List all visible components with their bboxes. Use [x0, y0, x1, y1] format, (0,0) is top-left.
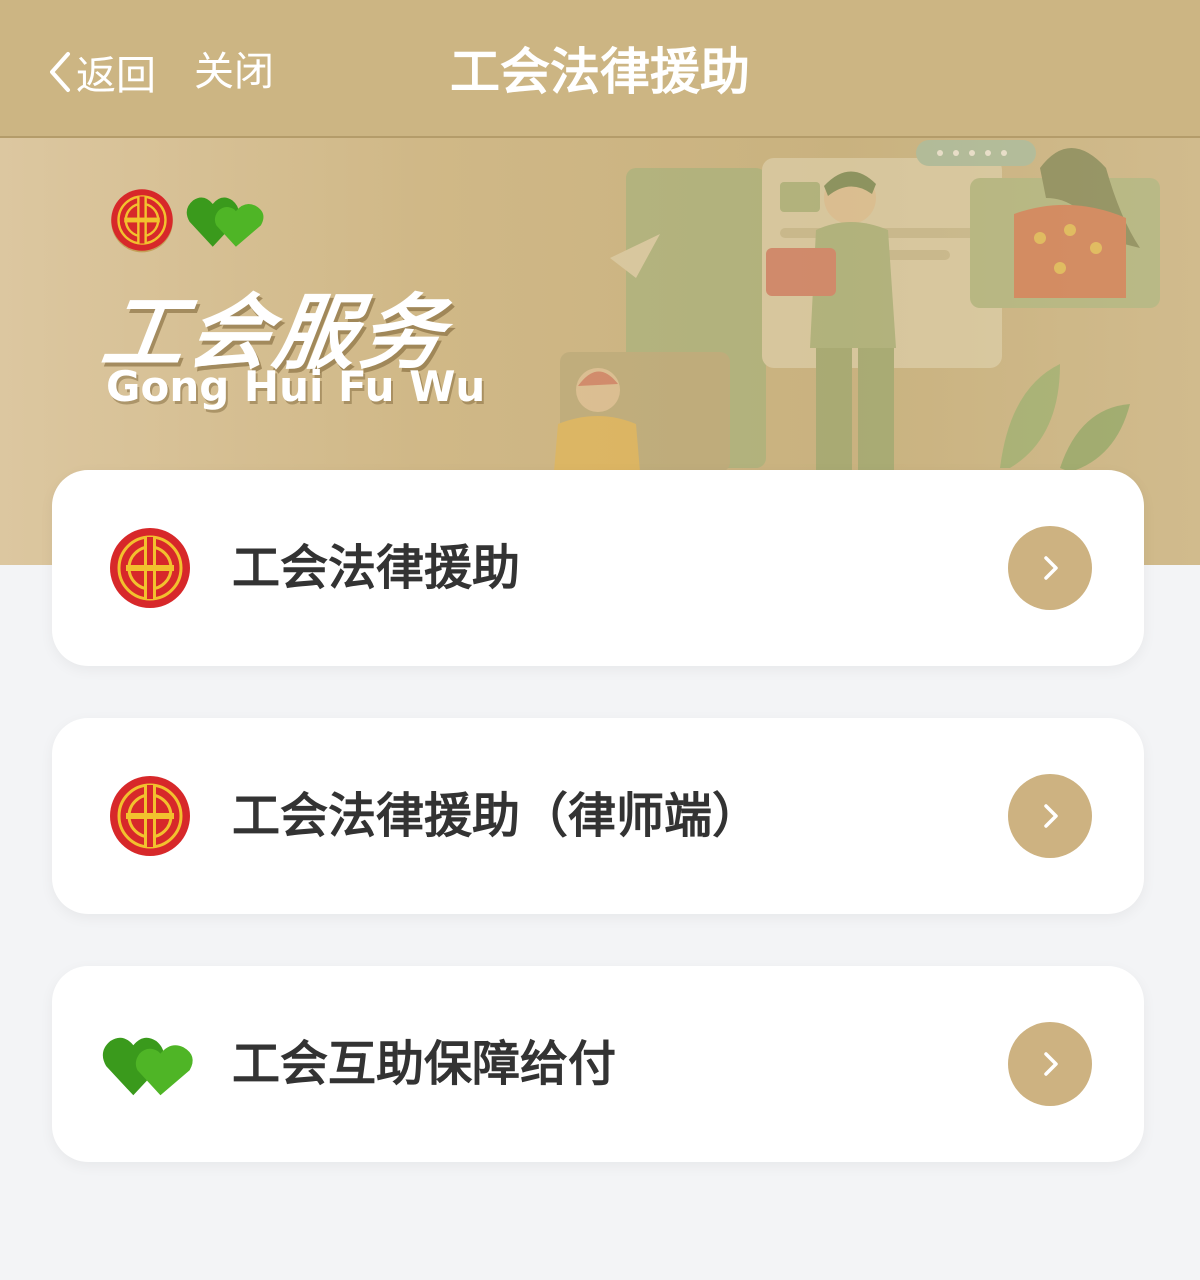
arrow-button[interactable]	[1008, 774, 1092, 858]
top-nav-bar: 返回 关闭 工会法律援助	[0, 0, 1200, 138]
page-title: 工会法律援助	[450, 43, 750, 101]
arrow-button[interactable]	[1008, 526, 1092, 610]
chevron-right-icon	[1044, 804, 1058, 828]
green-hearts-icon	[186, 197, 264, 247]
menu-item-label: 工会互助保障给付	[232, 1036, 617, 1092]
green-hearts-icon	[102, 1037, 193, 1096]
chevron-right-icon	[1044, 556, 1058, 580]
banner-logos	[108, 186, 268, 254]
arrow-button[interactable]	[1008, 1022, 1092, 1106]
banner-subtitle: Gong Hui Fu Wu	[106, 362, 486, 411]
union-emblem-icon	[111, 189, 173, 253]
menu-item-label: 工会法律援助（律师端）	[232, 788, 761, 844]
menu-item-legal-aid-lawyer[interactable]: 工会法律援助（律师端）	[52, 718, 1144, 914]
chevron-right-icon	[1044, 1052, 1058, 1076]
menu-item-label: 工会法律援助	[232, 540, 521, 596]
union-emblem-icon	[110, 776, 190, 856]
union-emblem-icon	[110, 528, 190, 608]
menu-item-mutual-aid[interactable]: 工会互助保障给付	[52, 966, 1144, 1162]
menu-item-legal-aid[interactable]: 工会法律援助	[52, 470, 1144, 666]
